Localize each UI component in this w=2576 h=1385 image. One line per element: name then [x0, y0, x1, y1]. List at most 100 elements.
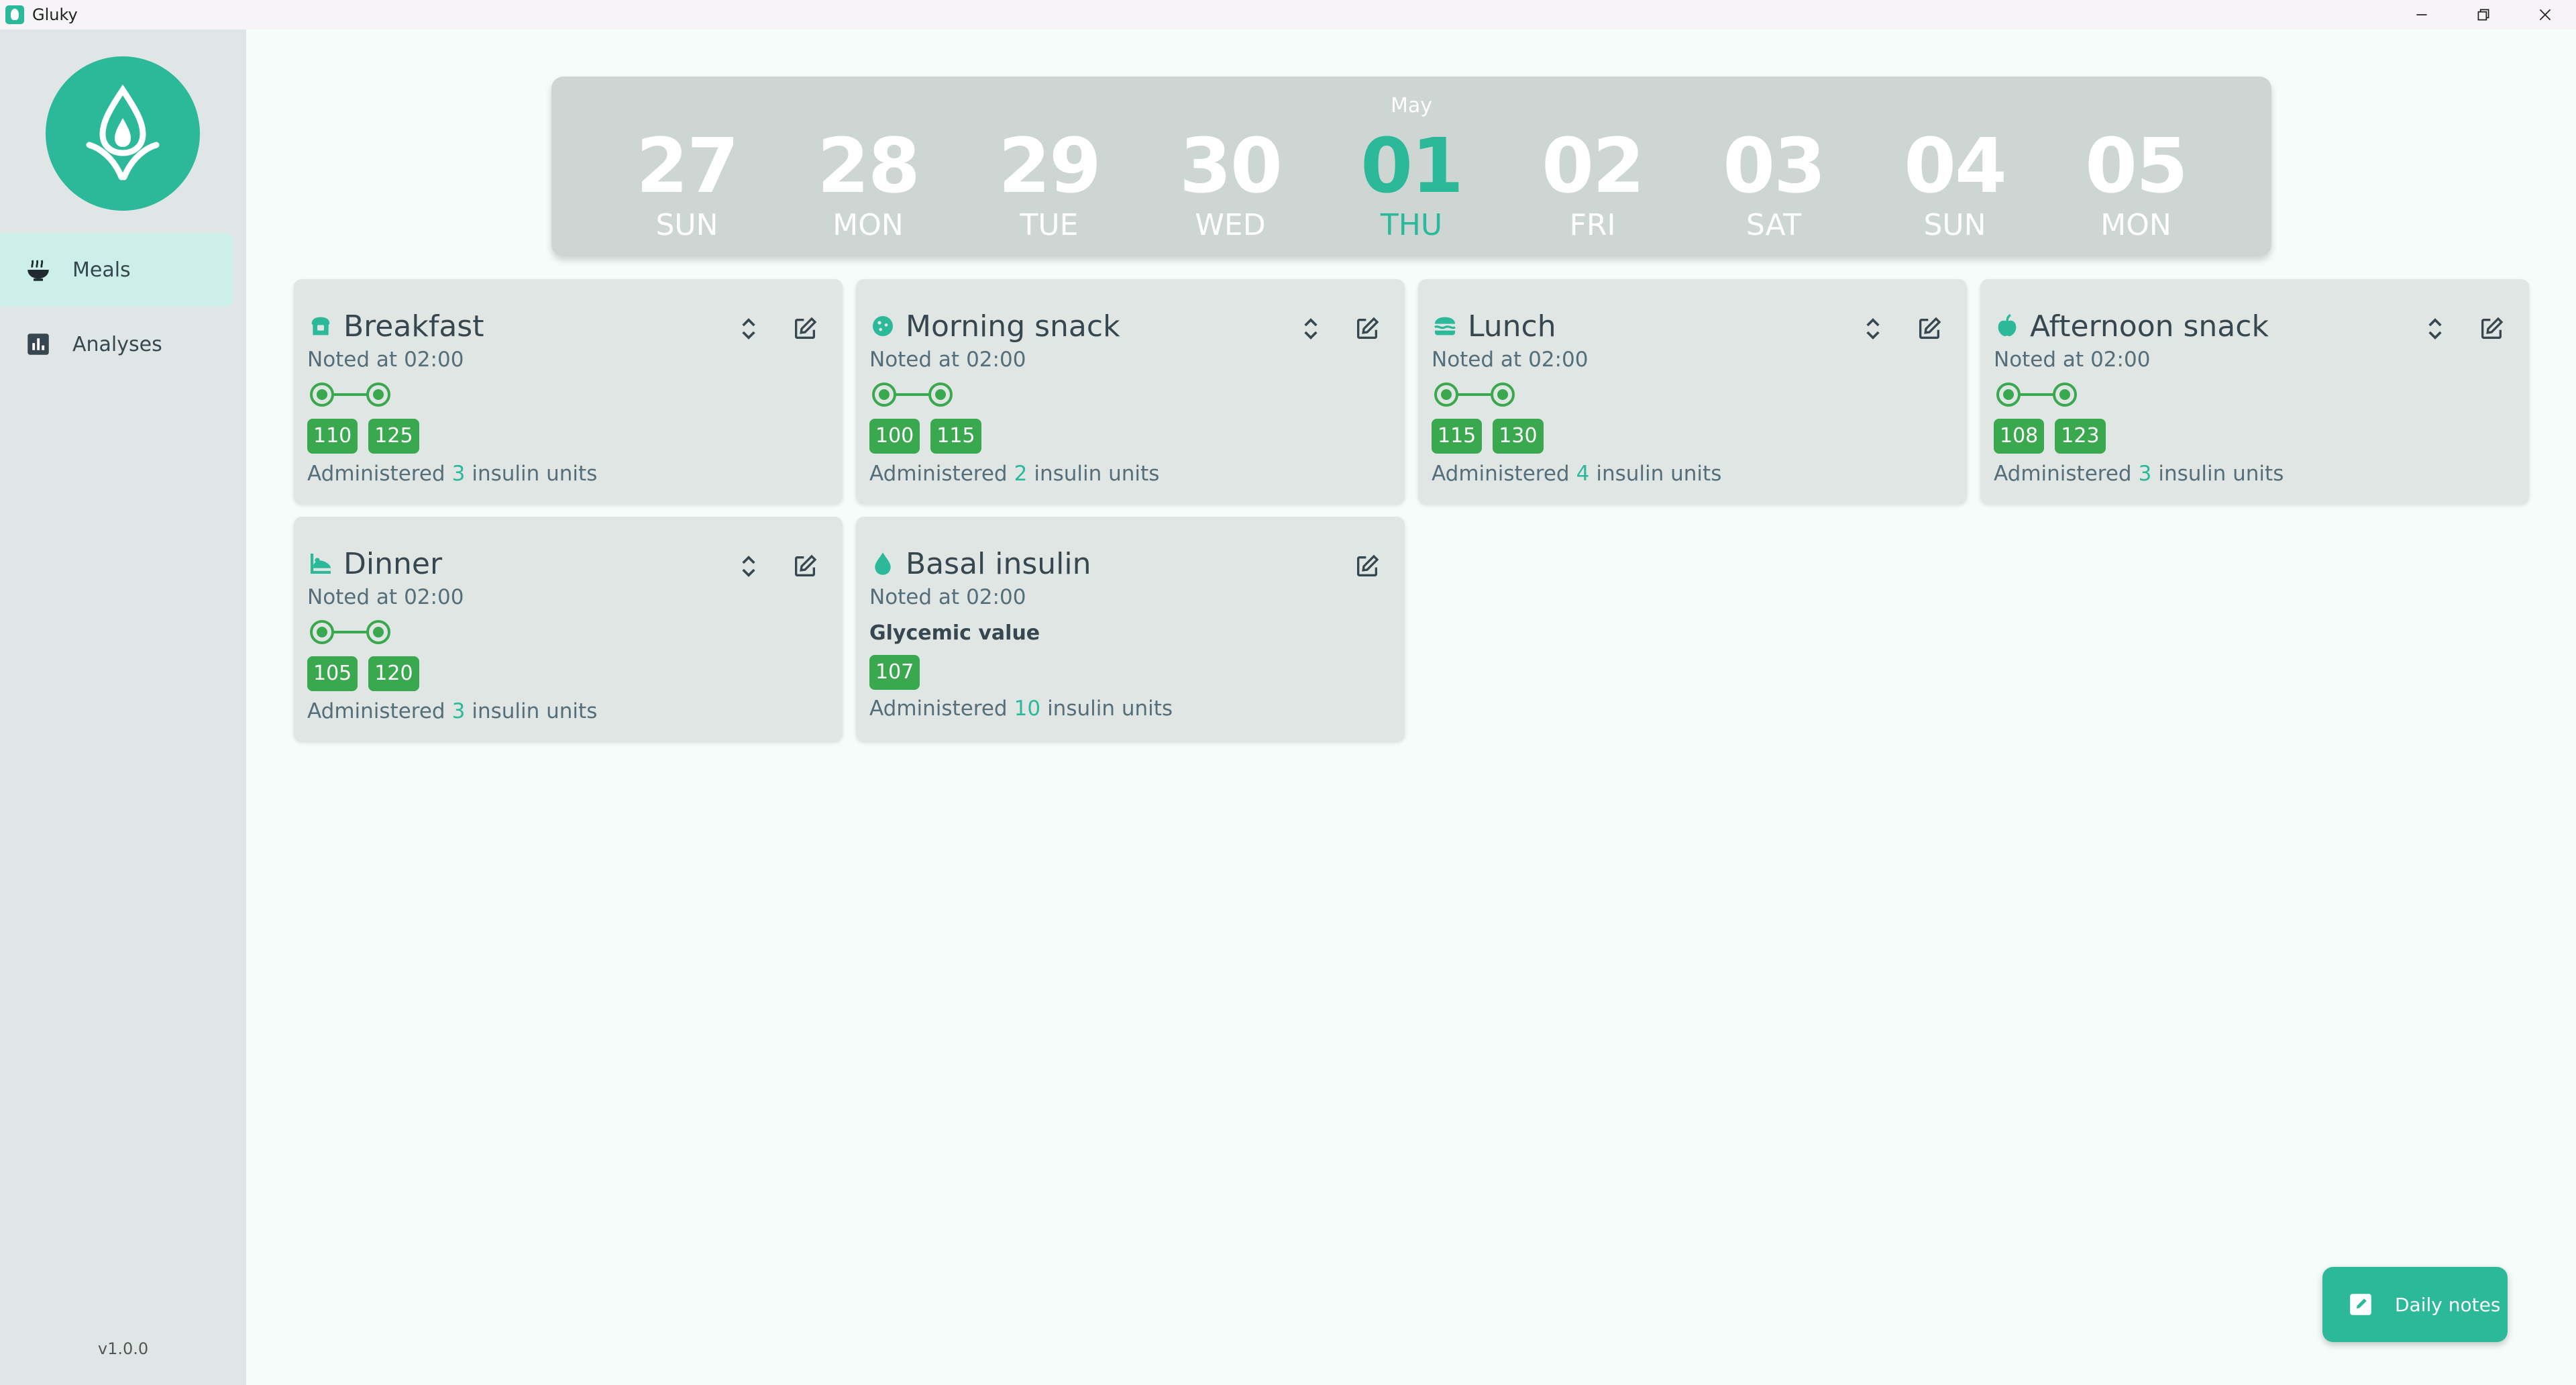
close-button[interactable]	[2514, 0, 2576, 30]
sidebar-item-label: Analyses	[72, 332, 162, 356]
noted-time: Noted at 02:00	[307, 348, 464, 372]
edit-icon	[1357, 317, 1379, 339]
insulin-administered: Administered 3 insulin units	[1994, 462, 2284, 486]
glycemic-timeline-icon	[310, 620, 390, 644]
glycemic-badge: 105	[307, 656, 358, 691]
glycemic-badge: 110	[307, 419, 358, 454]
edit-icon	[795, 554, 817, 576]
card-title: Morning snack	[906, 309, 1120, 344]
glycemic-badge: 100	[869, 419, 920, 454]
glycemic-badge: 125	[368, 419, 419, 454]
day-weekday: SUN	[655, 208, 718, 242]
gluky-logo	[46, 56, 200, 211]
insulin-administered: Administered 4 insulin units	[1432, 462, 1722, 486]
day-item[interactable]: 30 WED	[1163, 129, 1297, 243]
glycemic-values: 105 120	[307, 656, 430, 691]
meal-card-lunch: Lunch Noted at 02:00 115 130 Administered…	[1418, 279, 1967, 503]
day-weekday: WED	[1195, 208, 1266, 242]
day-weekday: MON	[2100, 208, 2171, 242]
glycemic-badge: 115	[1432, 419, 1483, 454]
expand-button[interactable]	[730, 310, 767, 348]
day-item[interactable]: 28 MON	[801, 129, 935, 243]
insulin-administered: Administered 3 insulin units	[307, 699, 598, 723]
day-number: 30	[1179, 123, 1283, 210]
glycemic-badge: 123	[2055, 419, 2106, 454]
meal-bowl-icon	[28, 260, 49, 281]
day-number: 28	[817, 123, 920, 210]
sidebar-item-analyses[interactable]: Analyses	[0, 307, 233, 381]
day-number: 02	[1542, 123, 1645, 210]
day-item[interactable]: 03 SAT	[1707, 129, 1841, 243]
chevron-up-down-icon	[2428, 318, 2442, 340]
basal-insulin-card: Basal insulin Noted at 02:00 Glycemic val…	[856, 517, 1405, 741]
window-title: Gluky	[32, 5, 78, 24]
edit-icon	[1919, 317, 1941, 339]
bar-chart-icon	[28, 334, 49, 355]
edit-button[interactable]	[1911, 310, 1948, 348]
notes-edit-icon	[2350, 1294, 2371, 1315]
card-title: Lunch	[1468, 309, 1556, 344]
sidebar-item-label: Meals	[72, 258, 131, 282]
card-header: Afternoon snack	[1994, 306, 2269, 346]
day-number: 05	[2085, 123, 2188, 210]
card-title: Breakfast	[343, 309, 484, 344]
card-actions	[2398, 310, 2510, 348]
expand-button[interactable]	[1854, 310, 1892, 348]
glycemic-badge: 120	[368, 656, 419, 691]
glycemic-badge: 130	[1493, 419, 1544, 454]
card-actions	[1330, 548, 1386, 585]
edit-button[interactable]	[1348, 548, 1386, 585]
glycemic-timeline-icon	[1996, 382, 2077, 407]
day-weekday: MON	[833, 208, 904, 242]
minimize-button[interactable]	[2391, 0, 2453, 30]
day-item-selected[interactable]: 01 THU	[1344, 129, 1479, 243]
chevron-up-down-icon	[1866, 318, 1880, 340]
day-item[interactable]: 27 SUN	[620, 129, 754, 243]
insulin-administered: Administered 10 insulin units	[869, 697, 1173, 721]
date-selector: May 27 SUN 28 MON 29 TUE 30 WED 01 THU 0…	[551, 76, 2271, 256]
day-item[interactable]: 04 SUN	[1888, 129, 2022, 243]
month-label: May	[1390, 94, 1433, 117]
card-title: Basal insulin	[906, 546, 1091, 581]
day-number: 01	[1360, 123, 1464, 210]
meal-card-morning-snack: Morning snack Noted at 02:00 100 115 Admi…	[856, 279, 1405, 503]
card-actions	[711, 548, 824, 585]
dinner-plate-icon	[307, 550, 334, 577]
day-item[interactable]: 05 MON	[2069, 129, 2203, 243]
glycemic-values: 110 125	[307, 419, 430, 454]
chevron-up-down-icon	[742, 318, 755, 340]
glycemic-values: 100 115	[869, 419, 992, 454]
card-actions	[1835, 310, 1948, 348]
daily-notes-button[interactable]: Daily notes	[2322, 1267, 2508, 1342]
chevron-up-down-icon	[742, 556, 755, 577]
minimize-icon	[2416, 14, 2427, 15]
edit-button[interactable]	[786, 310, 824, 348]
glycemic-values: 108 123	[1994, 419, 2116, 454]
expand-button[interactable]	[2416, 310, 2454, 348]
glycemic-values: 107	[869, 655, 930, 690]
expand-button[interactable]	[730, 548, 767, 585]
day-weekday: SUN	[1923, 208, 1986, 242]
noted-time: Noted at 02:00	[1994, 348, 2151, 372]
meal-card-breakfast: Breakfast Noted at 02:00 110 125 Administ…	[294, 279, 843, 503]
edit-button[interactable]	[786, 548, 824, 585]
drop-icon	[869, 550, 896, 577]
card-header: Breakfast	[307, 306, 484, 346]
restore-button[interactable]	[2453, 0, 2514, 30]
card-title: Dinner	[343, 546, 443, 581]
noted-time: Noted at 02:00	[1432, 348, 1589, 372]
expand-button[interactable]	[1292, 310, 1330, 348]
glycemic-value-label: Glycemic value	[869, 621, 1040, 645]
chevron-up-down-icon	[1304, 318, 1318, 340]
edit-icon	[795, 317, 817, 339]
day-weekday: TUE	[1020, 208, 1079, 242]
day-number: 03	[1723, 123, 1826, 210]
glycemic-timeline-icon	[1434, 382, 1515, 407]
edit-button[interactable]	[2473, 310, 2510, 348]
day-weekday: SAT	[1746, 208, 1802, 242]
day-item[interactable]: 02 FRI	[1525, 129, 1660, 243]
sidebar-item-meals[interactable]: Meals	[0, 233, 233, 307]
glycemic-badge: 108	[1994, 419, 2045, 454]
day-item[interactable]: 29 TUE	[982, 129, 1116, 243]
edit-button[interactable]	[1348, 310, 1386, 348]
